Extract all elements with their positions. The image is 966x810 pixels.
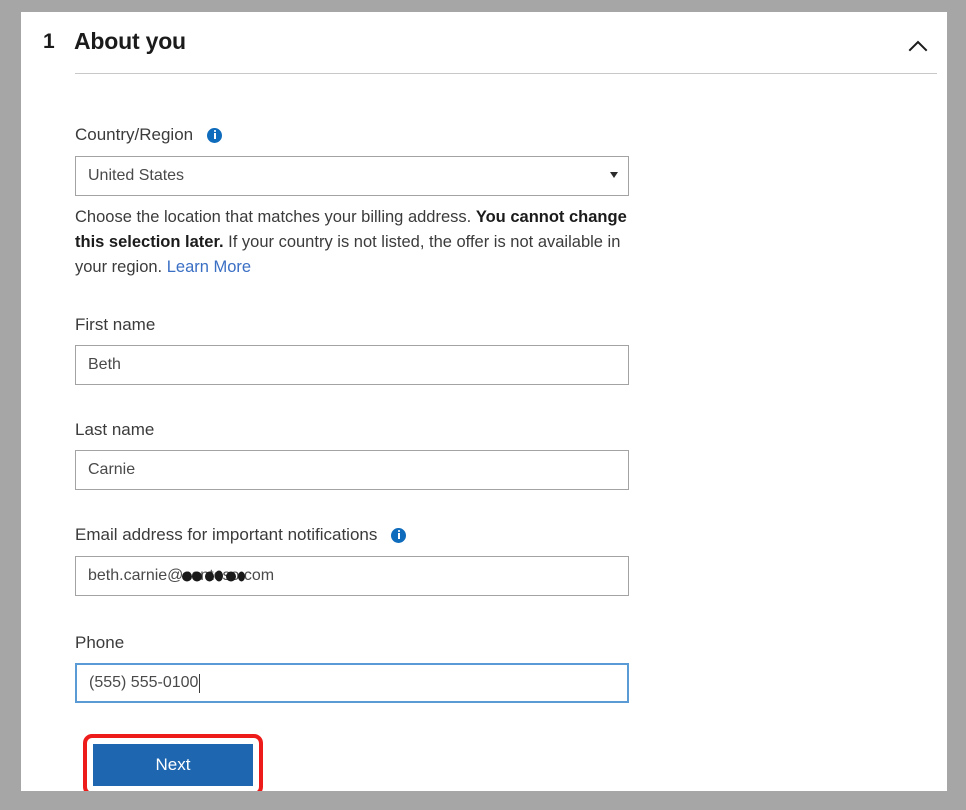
phone-value: (555) 555-0100: [89, 674, 198, 692]
phone-input-wrap: (555) 555-0100: [75, 663, 629, 703]
first-name-label: First name: [75, 314, 629, 336]
phone-field: Phone (555) 555-0100: [75, 632, 629, 703]
about-you-card: 1 About you Country/Region United States: [21, 12, 947, 791]
first-name-input[interactable]: [75, 345, 629, 385]
email-label-row: Email address for important notification…: [75, 524, 629, 546]
email-label: Email address for important notification…: [75, 524, 377, 546]
text-cursor: [199, 674, 200, 693]
email-value-text: beth.carnie@contoso.com: [88, 567, 274, 585]
page-title: About you: [74, 28, 186, 55]
country-region-label: Country/Region: [75, 124, 193, 146]
help-text-part1: Choose the location that matches your bi…: [75, 208, 476, 226]
learn-more-link[interactable]: Learn More: [167, 258, 251, 276]
email-value: beth.carnie@contoso.com: [88, 567, 274, 584]
info-icon[interactable]: [207, 128, 222, 143]
info-icon[interactable]: [391, 528, 406, 543]
country-region-select[interactable]: United States: [75, 156, 629, 196]
country-region-field: Country/Region United States Choose the …: [75, 124, 631, 280]
section-header: 1 About you: [21, 12, 947, 74]
phone-input[interactable]: (555) 555-0100: [75, 663, 629, 703]
header-divider: [75, 73, 937, 74]
country-region-select-wrap: United States: [75, 156, 629, 196]
step-number: 1: [43, 30, 55, 54]
email-field-block: Email address for important notification…: [75, 524, 629, 596]
email-input[interactable]: beth.carnie@contoso.com: [75, 556, 629, 596]
email-input-wrap: beth.carnie@contoso.com: [75, 556, 629, 596]
next-button[interactable]: Next: [93, 744, 253, 786]
last-name-input[interactable]: [75, 450, 629, 490]
chevron-up-icon[interactable]: [901, 32, 935, 60]
country-region-label-row: Country/Region: [75, 124, 631, 146]
last-name-field: Last name: [75, 419, 629, 490]
last-name-label: Last name: [75, 419, 629, 441]
first-name-field: First name: [75, 314, 629, 385]
page-frame: 1 About you Country/Region United States: [0, 0, 966, 810]
country-region-selected-value: United States: [88, 167, 184, 185]
country-region-help-text: Choose the location that matches your bi…: [75, 205, 631, 280]
phone-label: Phone: [75, 632, 629, 654]
